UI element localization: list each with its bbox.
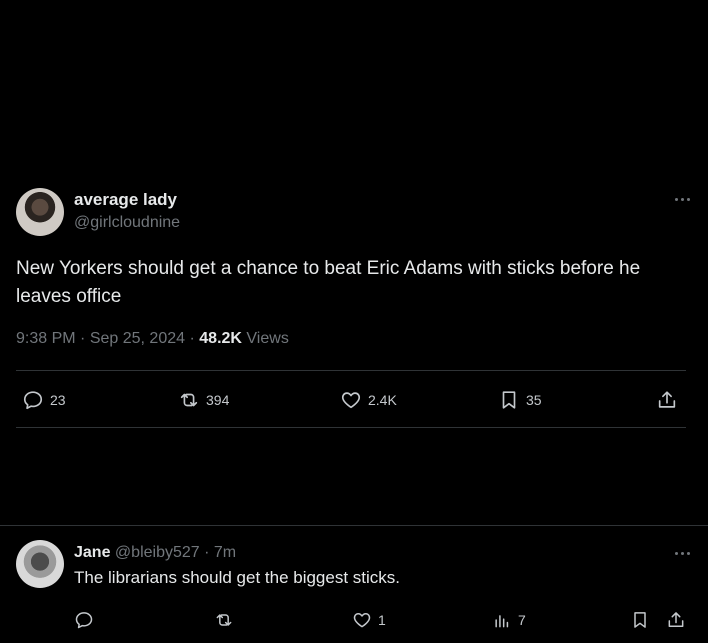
share-icon [658,391,676,408]
views-label: Views [246,330,289,347]
divider [16,370,686,371]
divider [16,427,686,428]
reply-author-avatar[interactable] [16,540,64,588]
reply-count: 23 [50,392,66,408]
author-avatar[interactable] [16,188,64,236]
divider [0,525,708,526]
reply-like-count: 1 [378,612,386,628]
repost-button[interactable]: 394 [178,384,229,416]
reply-button[interactable]: 23 [22,384,66,416]
like-count: 2.4K [368,392,397,408]
like-button[interactable]: 2.4K [340,384,397,416]
author-name[interactable]: average lady [74,190,177,210]
reply-author-name[interactable]: Jane [74,544,110,561]
meta-separator: · [80,330,86,347]
views-count: 48.2K [199,330,242,347]
reply-author-handle[interactable]: @bleiby527 [115,544,200,561]
post-text: New Yorkers should get a chance to beat … [16,258,641,307]
reply-repost-button[interactable] [214,604,234,636]
reply-actions-bar: 1 7 [74,604,694,634]
share-button[interactable] [656,384,678,416]
reply-views-button[interactable]: 7 [492,604,526,636]
post-date[interactable]: Sep 25, 2024 [90,330,185,347]
bookmark-count: 35 [526,392,542,408]
reply-views-count: 7 [518,612,526,628]
reply-more-options-icon[interactable] [672,546,692,560]
bookmark-icon [634,612,646,628]
repost-icon [216,614,232,626]
more-options-icon[interactable] [672,192,692,206]
bookmark-button[interactable]: 35 [498,384,542,416]
analytics-icon [495,615,509,628]
heart-icon [353,613,371,628]
bookmark-icon [502,391,516,409]
reply-reply-button[interactable] [74,604,94,636]
post-header: average lady @girlcloudnine [16,186,692,238]
reply-icon [75,612,93,629]
reply-author-line: Jane @bleiby527 · 7m [74,544,236,562]
share-icon [668,612,684,627]
heart-icon [341,392,361,409]
meta-separator: · [189,330,195,347]
post-actions-bar: 23 394 2.4K 35 [16,384,686,416]
reply-share-button[interactable] [666,604,686,636]
repost-icon [180,393,198,407]
reply-icon [23,391,43,410]
repost-count: 394 [206,392,230,408]
reply-post[interactable]: Jane @bleiby527 · 7m The librarians shou… [16,540,692,640]
post-time[interactable]: 9:38 PM [16,330,76,347]
reply-time[interactable]: · 7m [204,544,236,561]
post-meta: 9:38 PM · Sep 25, 2024 · 48.2K Views [16,330,289,348]
reply-text: The librarians should get the biggest st… [74,568,401,587]
reply-like-button[interactable]: 1 [352,604,386,636]
author-handle[interactable]: @girlcloudnine [74,214,180,232]
reply-bookmark-button[interactable] [630,604,650,636]
